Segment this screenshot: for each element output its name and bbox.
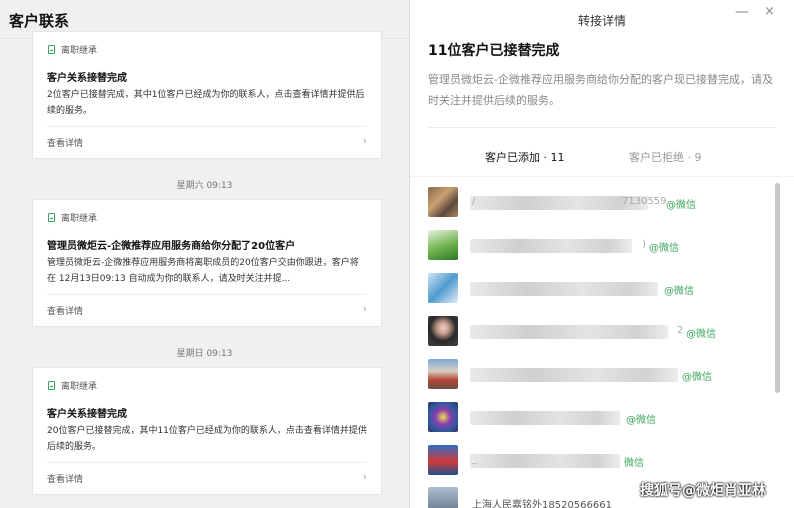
- avatar: [428, 316, 458, 346]
- avatar: [428, 445, 458, 475]
- contact-name-tail: ): [642, 239, 646, 250]
- blurred-name: [470, 282, 658, 296]
- page-title: 客户联系: [9, 12, 70, 30]
- contact-name-tail: 2: [677, 325, 684, 336]
- card-divider: [47, 294, 367, 295]
- card-title: 客户关系接替完成: [47, 73, 127, 84]
- card-tag: 离职继承: [48, 43, 97, 56]
- card-tag-label: 离职继承: [61, 46, 98, 56]
- view-details-link[interactable]: 查看详情: [47, 304, 83, 317]
- card-body: 管理员微炬云-企微推荐应用服务商将离职成员的20位客户交由你跟进，客户将在 12…: [47, 258, 359, 284]
- scrollbar[interactable]: [775, 183, 780, 393]
- transfer-description: 管理员微炬云-企微推荐应用服务商给你分配的客户现已接替完成，请及时关注并提供后续…: [428, 73, 773, 107]
- tab-divider: [410, 176, 794, 177]
- wechat-suffix: @微信: [666, 200, 696, 211]
- avatar: [428, 487, 458, 508]
- transfer-details-panel: 转接详情 — × 11位客户已接替完成 管理员微炬云-企微推荐应用服务商给你分配…: [410, 0, 794, 508]
- timestamp: 星期日 09:13: [176, 349, 233, 359]
- chevron-right-icon: ›: [362, 134, 367, 147]
- wechat-suffix: @微信: [649, 243, 679, 254]
- list-item[interactable]: / 7130559 @微信: [428, 187, 776, 219]
- chevron-right-icon: ›: [362, 470, 367, 483]
- blurred-name: [470, 239, 632, 253]
- card-tag-label: 离职继承: [61, 214, 98, 224]
- card-tag: 离职继承: [48, 211, 97, 224]
- view-details-link[interactable]: 查看详情: [47, 472, 83, 485]
- avatar: [428, 187, 458, 217]
- document-icon: [48, 45, 55, 54]
- list-item[interactable]: _ 微信: [428, 445, 776, 477]
- blurred-name: [470, 454, 620, 468]
- watermark: 搜狐号@微炬肖亚林: [640, 483, 766, 499]
- list-item[interactable]: @微信: [428, 273, 776, 305]
- blurred-name: [470, 325, 668, 339]
- wechat-suffix: @微信: [682, 372, 712, 383]
- card-divider: [47, 126, 367, 127]
- contact-name-tail: 7130559: [622, 196, 667, 207]
- customer-contact-panel: 客户联系 离职继承 客户关系接替完成 2位客户已接替完成，其中1位客户已经成为你…: [0, 0, 409, 508]
- wechat-suffix: @微信: [626, 415, 656, 426]
- card-title: 客户关系接替完成: [47, 409, 127, 420]
- notification-card[interactable]: 离职继承 客户关系接替完成 20位客户已接替完成，其中11位客户已经成为你的联系…: [32, 367, 382, 495]
- view-details-link[interactable]: 查看详情: [47, 136, 83, 149]
- timestamp: 星期六 09:13: [176, 181, 233, 191]
- list-item[interactable]: @微信: [428, 359, 776, 391]
- minimize-icon[interactable]: —: [735, 4, 749, 20]
- list-item[interactable]: ) @微信: [428, 230, 776, 262]
- list-item[interactable]: @微信: [428, 402, 776, 434]
- card-title: 管理员微炬云-企微推荐应用服务商给你分配了20位客户: [47, 241, 296, 252]
- wechat-suffix: @微信: [686, 329, 716, 340]
- wechat-suffix: @微信: [664, 286, 694, 297]
- section-divider: [428, 127, 776, 128]
- card-divider: [47, 462, 367, 463]
- card-body: 20位客户已接替完成，其中11位客户已经成为你的联系人，点击查看详情并提供后续的…: [47, 426, 367, 452]
- avatar: [428, 402, 458, 432]
- notification-card[interactable]: 离职继承 客户关系接替完成 2位客户已接替完成，其中1位客户已经成为你的联系人，…: [32, 31, 382, 159]
- avatar: [428, 359, 458, 389]
- contact-name: _: [472, 454, 477, 465]
- wechat-suffix: 微信: [624, 458, 644, 469]
- chevron-right-icon: ›: [362, 302, 367, 315]
- contact-name: /: [472, 196, 476, 207]
- card-tag-label: 离职继承: [61, 382, 98, 392]
- close-icon[interactable]: ×: [764, 4, 775, 19]
- document-icon: [48, 213, 55, 222]
- tab-rejected[interactable]: 客户已拒绝 · 9: [629, 149, 702, 165]
- transfer-heading: 11位客户已接替完成: [428, 43, 560, 59]
- blurred-name: [470, 368, 678, 382]
- contact-name: 上海人民嘉铭外18520566661: [472, 500, 612, 508]
- avatar: [428, 230, 458, 260]
- document-icon: [48, 381, 55, 390]
- avatar: [428, 273, 458, 303]
- blurred-name: [470, 411, 620, 425]
- notification-card[interactable]: 离职继承 管理员微炬云-企微推荐应用服务商给你分配了20位客户 管理员微炬云-企…: [32, 199, 382, 327]
- tab-added[interactable]: 客户已添加 · 11: [485, 149, 565, 165]
- card-tag: 离职继承: [48, 379, 97, 392]
- list-item[interactable]: 2 @微信: [428, 316, 776, 348]
- card-body: 2位客户已接替完成，其中1位客户已经成为你的联系人，点击查看详情并提供后续的服务…: [47, 90, 365, 116]
